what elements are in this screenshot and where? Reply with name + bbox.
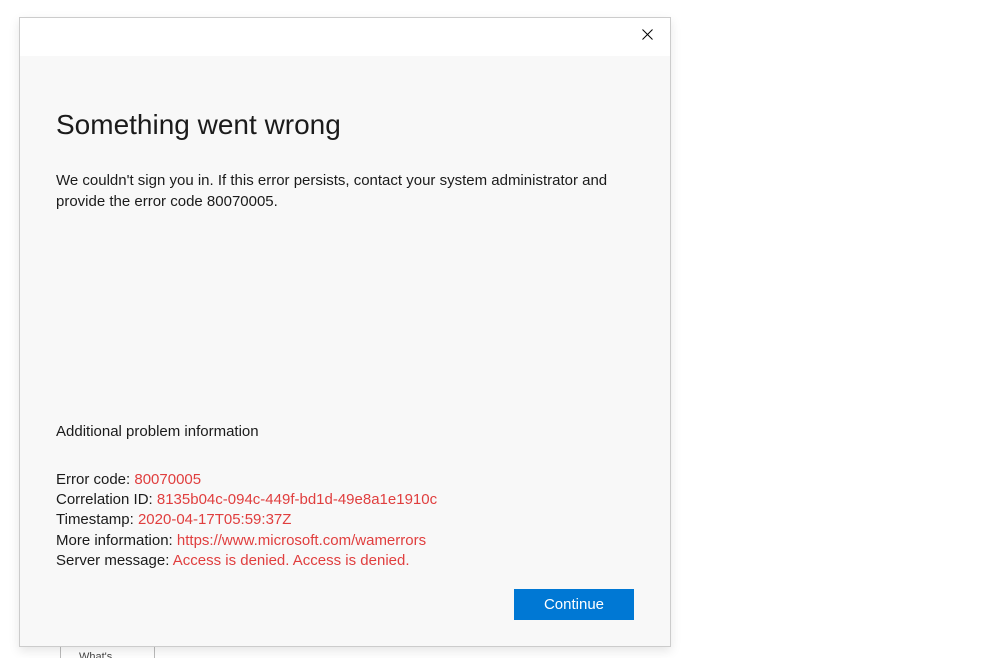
more-info-value: https://www.microsoft.com/wamerrors [177, 532, 426, 549]
timestamp-row: Timestamp: 2020-04-17T05:59:37Z [56, 510, 634, 530]
dialog-heading: Something went wrong [56, 108, 634, 142]
additional-info-list: Error code: 80070005 Correlation ID: 813… [56, 470, 634, 571]
continue-button[interactable]: Continue [514, 589, 634, 620]
additional-info-heading: Additional problem information [56, 423, 634, 440]
timestamp-label: Timestamp: [56, 511, 138, 528]
dialog-description: We couldn't sign you in. If this error p… [56, 170, 616, 212]
correlation-id-label: Correlation ID: [56, 491, 157, 508]
server-message-row: Server message: Access is denied. Access… [56, 551, 634, 571]
button-row: Continue [56, 589, 634, 620]
close-button[interactable] [624, 18, 670, 50]
server-message-value: Access is denied. Access is denied. [173, 552, 410, 569]
close-icon [642, 29, 653, 40]
correlation-id-value: 8135b04c-094c-449f-bd1d-49e8a1e1910c [157, 491, 437, 508]
server-message-label: Server message: [56, 552, 173, 569]
more-info-label: More information: [56, 532, 177, 549]
background-tab-text: What's [79, 651, 112, 658]
timestamp-value: 2020-04-17T05:59:37Z [138, 511, 291, 528]
content-spacer [56, 212, 634, 423]
titlebar [20, 18, 670, 56]
more-info-row: More information: https://www.microsoft.… [56, 531, 634, 551]
correlation-id-row: Correlation ID: 8135b04c-094c-449f-bd1d-… [56, 490, 634, 510]
error-code-label: Error code: [56, 471, 134, 488]
error-code-row: Error code: 80070005 [56, 470, 634, 490]
dialog-content: Something went wrong We couldn't sign yo… [20, 56, 670, 646]
error-code-value: 80070005 [134, 471, 201, 488]
error-dialog: Something went wrong We couldn't sign yo… [19, 17, 671, 647]
background-tab-fragment: What's [60, 647, 155, 658]
